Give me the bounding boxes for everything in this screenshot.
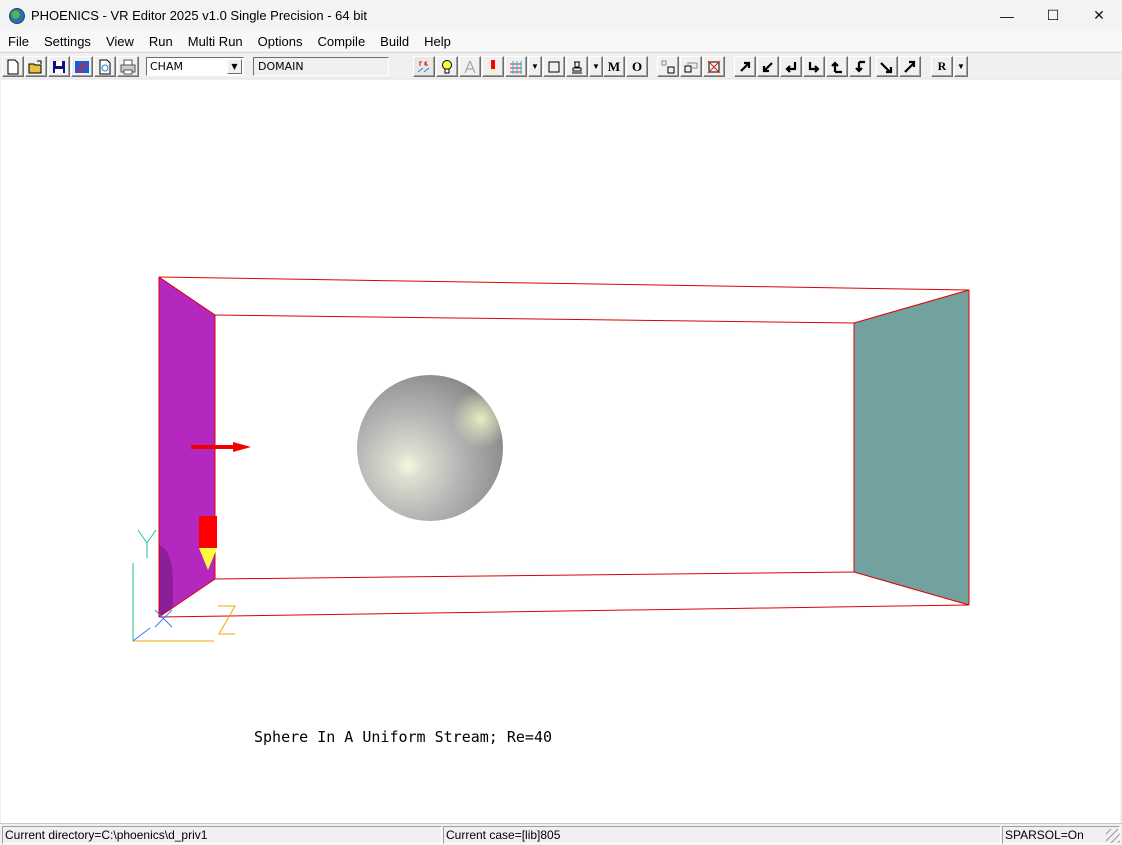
select-objects-button[interactable] bbox=[657, 56, 679, 77]
chevron-down-icon: ▼ bbox=[957, 62, 965, 71]
axis-y-label-glyph bbox=[137, 529, 157, 558]
view-up-icon bbox=[831, 60, 842, 73]
reload-icon bbox=[99, 59, 111, 74]
scene-canvas[interactable] bbox=[1, 80, 1120, 823]
phoenics-logo-icon bbox=[9, 7, 25, 24]
chevron-down-icon[interactable]: ▼ bbox=[227, 59, 242, 74]
view-up-right-button[interactable] bbox=[734, 56, 756, 77]
window-controls: — ☐ ✕ bbox=[984, 0, 1122, 31]
object-display-dropdown[interactable]: ▼ bbox=[589, 56, 603, 77]
view-down-left-button[interactable] bbox=[757, 56, 779, 77]
menu-file[interactable]: File bbox=[0, 34, 36, 49]
light-bulb-icon bbox=[442, 59, 452, 73]
view-turn-right-icon bbox=[808, 61, 820, 73]
maximize-button[interactable]: ☐ bbox=[1030, 0, 1076, 31]
object-name-field[interactable]: DOMAIN bbox=[253, 57, 389, 76]
chevron-down-icon: ▼ bbox=[531, 62, 539, 71]
view-diag-up-button[interactable] bbox=[899, 56, 921, 77]
app-window: PHOENICS - VR Editor 2025 v1.0 Single Pr… bbox=[0, 0, 1122, 845]
grid-mesh-button[interactable] bbox=[505, 56, 527, 77]
grid-mesh-dropdown[interactable]: ▼ bbox=[528, 56, 542, 77]
probe-marker-button[interactable] bbox=[482, 56, 504, 77]
model-view-button[interactable] bbox=[71, 56, 93, 77]
outlet-face[interactable] bbox=[854, 290, 969, 605]
domain-edges bbox=[158, 276, 970, 618]
delete-object-button[interactable] bbox=[703, 56, 725, 77]
object-display-button[interactable] bbox=[566, 56, 588, 77]
sphere-highlight bbox=[357, 375, 503, 521]
resize-grip-icon[interactable] bbox=[1106, 829, 1120, 843]
object-select-value: CHAM bbox=[150, 60, 183, 73]
menu-multi-run[interactable]: Multi Run bbox=[180, 34, 250, 49]
outline-box-button[interactable] bbox=[543, 56, 565, 77]
axis-x-line bbox=[132, 627, 151, 642]
3d-viewport[interactable]: Sphere In A Uniform Stream; Re=40 bbox=[1, 80, 1120, 823]
toolbar: CHAM ▼ DOMAIN ▼ ▼ M O R ▼ bbox=[0, 52, 1122, 79]
view-down-button[interactable] bbox=[849, 56, 871, 77]
object-toggle-button[interactable]: O bbox=[626, 56, 648, 77]
new-file-icon bbox=[7, 59, 19, 74]
domain-edge-bottom-inner bbox=[214, 571, 855, 580]
lighting-button[interactable] bbox=[436, 56, 458, 77]
menu-options[interactable]: Options bbox=[250, 34, 310, 49]
open-folder-icon bbox=[28, 60, 42, 73]
reload-button[interactable] bbox=[94, 56, 116, 77]
view-diag-up-icon bbox=[904, 60, 916, 73]
view-turn-right-button[interactable] bbox=[803, 56, 825, 77]
group-objects-icon bbox=[684, 62, 698, 72]
probe-button[interactable] bbox=[459, 56, 481, 77]
status-case: Current case=[lib]805 bbox=[443, 826, 1001, 844]
axes-toggle-button[interactable] bbox=[413, 56, 435, 77]
domain-edge-bottom-outer bbox=[158, 604, 970, 618]
new-file-button[interactable] bbox=[2, 56, 24, 77]
view-diag-down-button[interactable] bbox=[876, 56, 898, 77]
menu-settings[interactable]: Settings bbox=[36, 34, 98, 49]
probe-marker-icon bbox=[491, 59, 495, 73]
view-diag-down-icon bbox=[880, 61, 893, 73]
menu-run[interactable]: Run bbox=[141, 34, 180, 49]
mesh-toggle-button[interactable]: M bbox=[603, 56, 625, 77]
view-turn-left-button[interactable] bbox=[780, 56, 802, 77]
title-bar[interactable]: PHOENICS - VR Editor 2025 v1.0 Single Pr… bbox=[0, 0, 1122, 31]
domain-edge-top-inner bbox=[214, 314, 855, 324]
status-bar: Current directory=C:\phoenics\d_priv1 Cu… bbox=[0, 823, 1122, 845]
open-button[interactable] bbox=[25, 56, 47, 77]
grid-mesh-icon bbox=[510, 60, 522, 74]
view-down-left-icon bbox=[762, 61, 773, 72]
save-button[interactable] bbox=[48, 56, 70, 77]
close-button[interactable]: ✕ bbox=[1076, 0, 1122, 31]
view-turn-left-icon bbox=[785, 61, 797, 73]
domain-edge-top-outer bbox=[158, 276, 970, 291]
select-objects-icon bbox=[661, 60, 675, 73]
status-solver: SPARSOL=On bbox=[1002, 826, 1120, 844]
object-display-icon bbox=[572, 61, 582, 73]
reset-view-dropdown[interactable]: ▼ bbox=[954, 56, 968, 77]
minimize-button[interactable]: — bbox=[984, 0, 1030, 31]
model-view-icon bbox=[75, 60, 89, 73]
menu-compile[interactable]: Compile bbox=[309, 34, 372, 49]
object-select[interactable]: CHAM ▼ bbox=[146, 57, 244, 76]
view-up-button[interactable] bbox=[826, 56, 848, 77]
menu-bar: File Settings View Run Multi Run Options… bbox=[0, 31, 1122, 51]
probe-icon bbox=[464, 60, 476, 73]
view-up-right-icon bbox=[740, 61, 751, 72]
menu-build[interactable]: Build bbox=[372, 34, 416, 49]
menu-view[interactable]: View bbox=[98, 34, 141, 49]
print-button[interactable] bbox=[117, 56, 139, 77]
menu-help[interactable]: Help bbox=[416, 34, 458, 49]
save-disk-icon bbox=[53, 60, 65, 73]
window-title: PHOENICS - VR Editor 2025 v1.0 Single Pr… bbox=[31, 8, 367, 23]
chevron-down-icon: ▼ bbox=[592, 62, 600, 71]
axis-z-label-glyph bbox=[218, 605, 236, 635]
case-caption: Sphere In A Uniform Stream; Re=40 bbox=[254, 728, 553, 746]
print-icon bbox=[120, 59, 136, 74]
axes-toggle-icon bbox=[417, 60, 430, 72]
outline-box-icon bbox=[548, 61, 560, 72]
status-directory: Current directory=C:\phoenics\d_priv1 bbox=[2, 826, 442, 844]
delete-object-icon bbox=[707, 60, 721, 73]
view-down-icon bbox=[855, 60, 865, 73]
reset-view-button[interactable]: R bbox=[931, 56, 953, 77]
group-objects-button[interactable] bbox=[680, 56, 702, 77]
